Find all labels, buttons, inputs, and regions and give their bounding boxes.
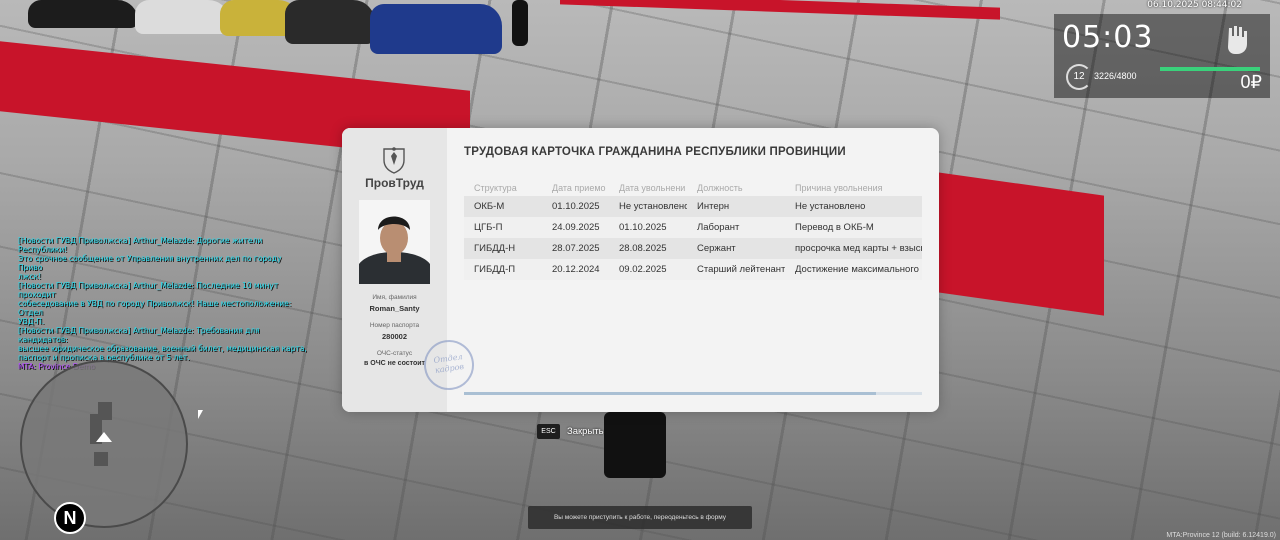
hud-exp: 3226/4800 bbox=[1094, 71, 1137, 81]
passport-label: Номер паспорта bbox=[369, 322, 420, 329]
card-id-panel: ПровТруд Имя, фамилия Roman_Santy Номер … bbox=[342, 128, 478, 412]
name-value: Roman_Santy bbox=[369, 304, 420, 313]
emblem-icon bbox=[383, 147, 405, 174]
table-cell: 20.12.2024 bbox=[542, 259, 609, 280]
north-icon: N bbox=[54, 502, 86, 534]
table-cell: Не установлено bbox=[609, 196, 687, 217]
table-cell: Интерн bbox=[687, 196, 785, 217]
car-white bbox=[135, 0, 230, 34]
chat-line: Это срочное сообщение от Управления внут… bbox=[18, 254, 282, 272]
close-button[interactable]: Закрыть bbox=[567, 426, 604, 437]
avatar bbox=[359, 200, 430, 284]
health-bar bbox=[1160, 67, 1260, 71]
avatar-portrait bbox=[359, 200, 430, 284]
npc-legs bbox=[512, 0, 528, 46]
table-cell: 24.09.2025 bbox=[542, 217, 609, 238]
car-dark bbox=[285, 0, 375, 44]
table-cell: Старший лейтенант bbox=[687, 259, 785, 280]
table-row[interactable]: ГИБДД-П 20.12.2024 09.02.2025 Старший лейте… bbox=[464, 259, 922, 280]
table-cell: ГИБДД-П bbox=[464, 259, 542, 280]
card-title: ТРУДОВАЯ КАРТОЧКА ГРАЖДАНИНА РЕСПУБЛИКИ … bbox=[464, 146, 846, 158]
chat-line: собеседование в УВД по городу Приволжск!… bbox=[18, 299, 292, 317]
chat-line: [Новости ГУВД Приволжска] Arthur_Melazde… bbox=[18, 281, 279, 299]
hr-stamp: Отдел кадров bbox=[420, 336, 478, 394]
build-version: MTA:Province 12 (build: 6.12419.0) bbox=[1166, 532, 1276, 539]
hud-datetime: 06.10.2025 08:44:02 bbox=[1147, 0, 1242, 10]
table-cell: 28.07.2025 bbox=[542, 238, 609, 259]
table-header-row: Структура Дата приемо Дата увольнени Должно… bbox=[464, 179, 922, 196]
org-name: ПровТруд bbox=[365, 176, 424, 190]
name-label: Имя, фамилия bbox=[372, 294, 417, 301]
mouse-cursor-icon bbox=[198, 410, 203, 419]
column-header: Структура bbox=[474, 182, 517, 193]
table-cell: Перевод в ОКБ-М bbox=[785, 217, 922, 238]
chat-line: MTA: Province Demo bbox=[18, 362, 95, 371]
esc-key-icon[interactable]: ESC bbox=[537, 424, 560, 439]
fist-icon bbox=[1228, 26, 1247, 54]
hud-money: 0₽ bbox=[1240, 72, 1262, 92]
player-arrow-icon bbox=[96, 432, 112, 442]
uniform-notice: Вы можете приступить к работе, переодень… bbox=[528, 506, 752, 529]
table-cell: 09.02.2025 bbox=[609, 259, 687, 280]
table-cell: просрочка мед карты + взыск bbox=[785, 238, 922, 259]
table-cell: 01.10.2025 bbox=[609, 217, 687, 238]
table-cell: 01.10.2025 bbox=[542, 196, 609, 217]
column-header: Дата увольнени bbox=[619, 182, 686, 193]
radar-building bbox=[94, 452, 108, 466]
table-cell: ГИБДД-Н bbox=[464, 238, 542, 259]
labor-card-dialog: ПровТруд Имя, фамилия Roman_Santy Номер … bbox=[342, 128, 939, 412]
table-body[interactable]: ОКБ-М 01.10.2025 Не установлено Интерн Не ус… bbox=[464, 196, 922, 280]
column-header: Должность bbox=[697, 182, 743, 193]
player-legs bbox=[604, 412, 666, 478]
radar-minimap bbox=[20, 360, 188, 528]
table-cell: ОКБ-М bbox=[464, 196, 542, 217]
table-row[interactable]: ОКБ-М 01.10.2025 Не установлено Интерн Не ус… bbox=[464, 196, 922, 217]
table-row[interactable]: ГИБДД-Н 28.07.2025 28.08.2025 Сержант просро… bbox=[464, 238, 922, 259]
table-cell: Лаборант bbox=[687, 217, 785, 238]
table-cell: Достижение максимального bbox=[785, 259, 922, 280]
hud-time: 05:03 bbox=[1062, 20, 1154, 55]
horizontal-scrollbar[interactable] bbox=[464, 392, 922, 395]
hud-panel: 05:03 12 3226/4800 0₽ bbox=[1054, 14, 1270, 98]
scroll-thumb[interactable] bbox=[464, 392, 877, 395]
chat-log: [Новости ГУВД Приволжска] Arthur_Melazde… bbox=[18, 236, 308, 371]
chat-line: высшее юридическое образование, военный … bbox=[18, 344, 307, 353]
table-cell: 28.08.2025 bbox=[609, 238, 687, 259]
car-blue bbox=[370, 4, 502, 54]
level-ring: 12 bbox=[1066, 64, 1092, 90]
table-cell: Сержант bbox=[687, 238, 785, 259]
chat-line: паспорт и прописка в республике от 5 лет… bbox=[18, 353, 190, 362]
table-cell: ЦГБ-П bbox=[464, 217, 542, 238]
chat-line: УВД-П. bbox=[18, 317, 45, 326]
passport-value: 280002 bbox=[381, 332, 408, 341]
column-header: Дата приемо bbox=[552, 182, 606, 193]
red-carpet-right bbox=[938, 172, 1104, 316]
column-header: Причина увольнения bbox=[795, 182, 883, 193]
car-black bbox=[28, 0, 138, 28]
table-cell: Не установлено bbox=[785, 196, 922, 217]
chat-line: лжск! bbox=[18, 272, 42, 281]
table-row[interactable]: ЦГБ-П 24.09.2025 01.10.2025 Лаборант Перевод… bbox=[464, 217, 922, 238]
chat-line: [Новости ГУВД Приволжска] Arthur_Melazde… bbox=[18, 236, 263, 254]
chat-line: [Новости ГУВД Приволжска] Arthur_Melazde… bbox=[18, 326, 260, 344]
employment-table: Структура Дата приемо Дата увольнени Должно… bbox=[464, 179, 922, 280]
